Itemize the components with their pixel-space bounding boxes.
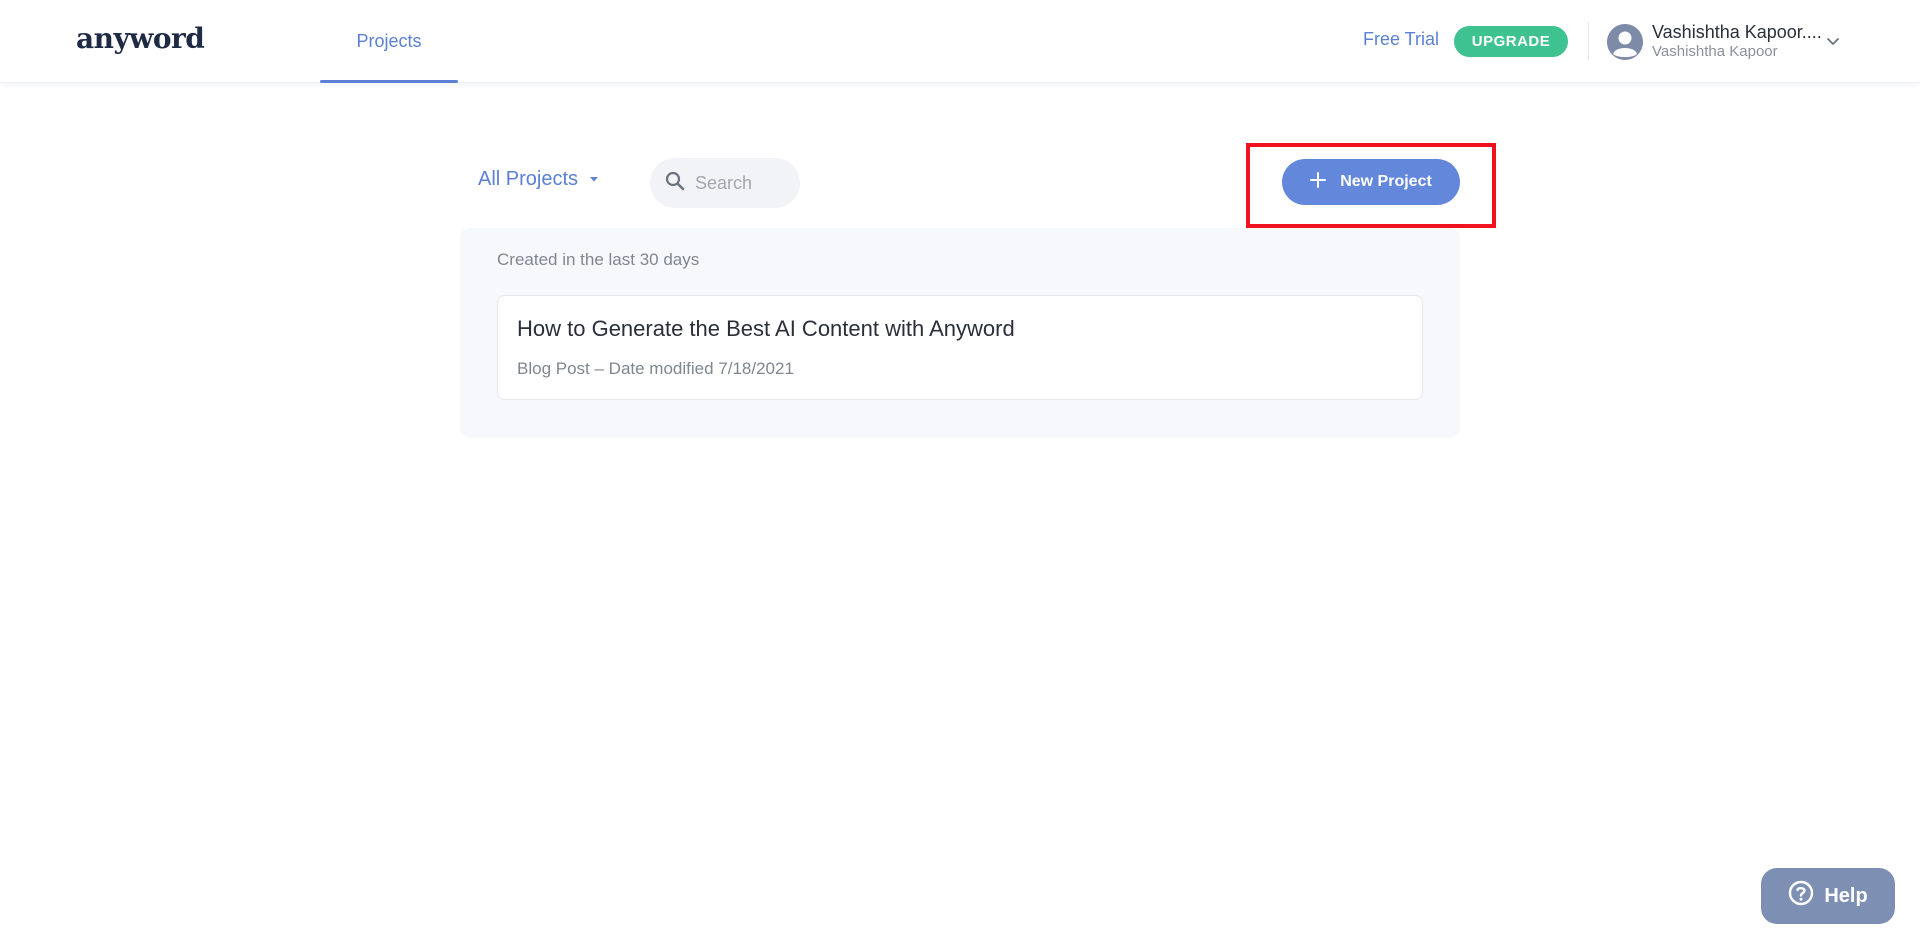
caret-down-icon (588, 168, 600, 191)
help-button[interactable]: Help (1761, 868, 1895, 924)
projects-group-caption: Created in the last 30 days (497, 250, 700, 269)
projects-panel: Created in the last 30 days How to Gener… (460, 228, 1460, 438)
all-projects-label: All Projects (478, 168, 579, 190)
search-box[interactable] (650, 158, 800, 208)
user-account-name: Vashishtha Kapoor (1652, 43, 1778, 60)
all-projects-filter[interactable]: All Projects (478, 168, 600, 191)
header-divider (1588, 22, 1589, 60)
project-title[interactable]: How to Generate the Best AI Content with… (517, 316, 1015, 342)
new-project-label: New Project (1340, 173, 1432, 190)
tab-projects[interactable]: Projects (320, 0, 458, 83)
search-input[interactable] (695, 172, 795, 194)
new-project-button[interactable]: New Project (1282, 159, 1460, 205)
active-tab-indicator (320, 80, 458, 83)
upgrade-button[interactable]: UPGRADE (1454, 26, 1568, 57)
user-name[interactable]: Vashishtha Kapoor.... (1652, 22, 1822, 43)
project-card[interactable]: How to Generate the Best AI Content with… (497, 295, 1423, 400)
help-label: Help (1824, 884, 1868, 907)
plus-icon (1310, 171, 1327, 193)
anyword-logo[interactable]: anyword (76, 22, 205, 55)
chevron-down-icon[interactable] (1824, 32, 1842, 50)
question-circle-icon (1788, 880, 1814, 912)
tab-projects-label: Projects (356, 31, 422, 51)
project-meta: Blog Post – Date modified 7/18/2021 (517, 359, 794, 378)
app-root: anyword Projects Free Trial UPGRADE Vash… (0, 0, 1920, 942)
free-trial-link[interactable]: Free Trial (1363, 29, 1439, 50)
search-icon (665, 171, 685, 196)
top-header: anyword Projects Free Trial UPGRADE Vash… (0, 0, 1920, 83)
user-avatar-icon[interactable] (1607, 24, 1643, 60)
